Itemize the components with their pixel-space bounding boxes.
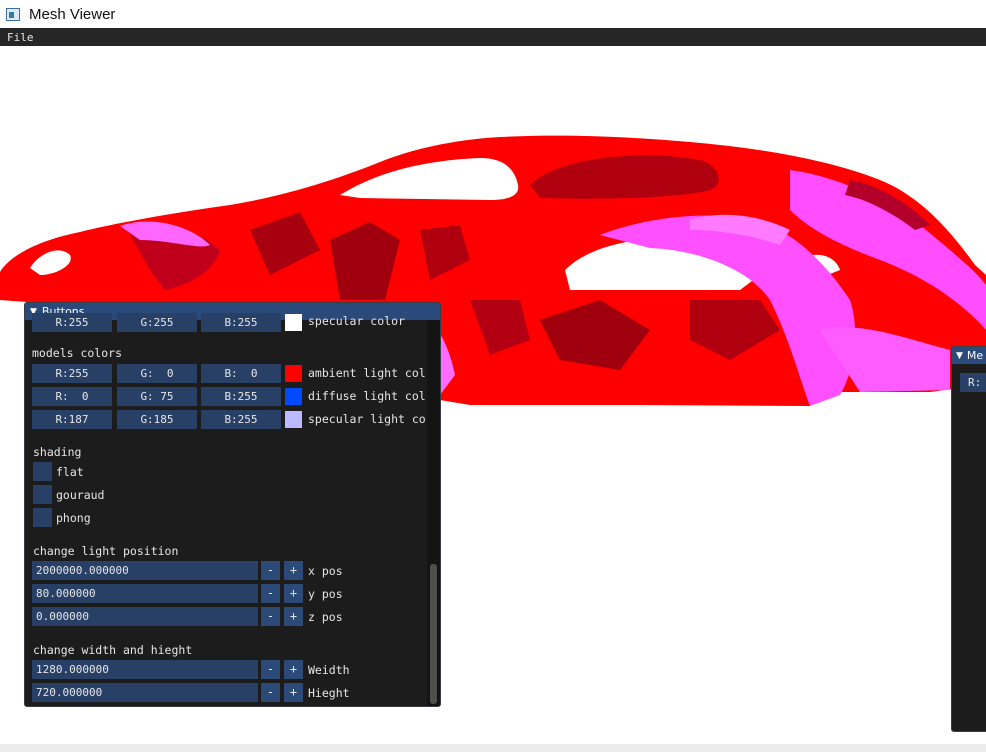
y-pos-minus-button[interactable]: - xyxy=(261,584,280,603)
app-icon xyxy=(6,7,20,21)
specular-r[interactable]: R:187 xyxy=(32,410,112,429)
mesh-panel-title-bar[interactable]: ▼ Me xyxy=(952,347,986,364)
mesh-panel-r-field[interactable]: R: xyxy=(960,373,986,392)
y-pos-plus-button[interactable]: + xyxy=(284,584,303,603)
size-header: change width and hieght xyxy=(33,643,193,657)
spec-color-r[interactable]: R:255 xyxy=(32,313,112,332)
window-title-bar: Mesh Viewer xyxy=(0,0,986,28)
diffuse-light-label: diffuse light col xyxy=(308,389,426,403)
z-pos-minus-button[interactable]: - xyxy=(261,607,280,626)
menu-bar: File xyxy=(0,28,986,46)
y-pos-input[interactable]: 80.000000 xyxy=(32,584,258,603)
buttons-panel-content: R:255 G:255 B:255 specular color models … xyxy=(25,313,426,706)
z-pos-label: z pos xyxy=(308,610,343,624)
mesh-panel[interactable]: ▼ Me R: xyxy=(951,346,986,732)
width-minus-button[interactable]: - xyxy=(261,660,280,679)
phong-label: phong xyxy=(56,511,91,525)
height-plus-button[interactable]: + xyxy=(284,683,303,702)
diffuse-g[interactable]: G: 75 xyxy=(117,387,197,406)
ambient-r[interactable]: R:255 xyxy=(32,364,112,383)
x-pos-label: x pos xyxy=(308,564,343,578)
mesh-panel-title: Me xyxy=(966,349,984,362)
phong-checkbox[interactable] xyxy=(33,508,52,527)
buttons-panel-scrollbar[interactable] xyxy=(427,320,440,706)
specular-g[interactable]: G:185 xyxy=(117,410,197,429)
ambient-g[interactable]: G: 0 xyxy=(117,364,197,383)
collapse-arrow-icon[interactable]: ▼ xyxy=(956,351,963,361)
diffuse-r[interactable]: R: 0 xyxy=(32,387,112,406)
flat-label: flat xyxy=(56,465,84,479)
spec-color-label: specular color xyxy=(308,314,405,328)
width-label: Weidth xyxy=(308,663,350,677)
ambient-color-swatch[interactable] xyxy=(285,365,302,382)
specular-light-label: specular light co xyxy=(308,412,426,426)
spec-color-g[interactable]: G:255 xyxy=(117,313,197,332)
specular-b[interactable]: B:255 xyxy=(201,410,281,429)
x-pos-input[interactable]: 2000000.000000 xyxy=(32,561,258,580)
spec-color-b[interactable]: B:255 xyxy=(201,313,281,332)
light-position-header: change light position xyxy=(33,544,179,558)
buttons-panel[interactable]: ▼ Buttons R:255 G:255 B:255 specular col… xyxy=(24,302,441,707)
window-title: Mesh Viewer xyxy=(29,5,116,23)
diffuse-b[interactable]: B:255 xyxy=(201,387,281,406)
desktop-background-strip xyxy=(0,744,986,752)
y-pos-label: y pos xyxy=(308,587,343,601)
gouraud-checkbox[interactable] xyxy=(33,485,52,504)
models-colors-header: models colors xyxy=(32,346,123,360)
specular-color-swatch[interactable] xyxy=(285,411,302,428)
gouraud-label: gouraud xyxy=(56,488,105,502)
width-plus-button[interactable]: + xyxy=(284,660,303,679)
ambient-light-label: ambient light col xyxy=(308,366,426,380)
z-pos-input[interactable]: 0.000000 xyxy=(32,607,258,626)
x-pos-minus-button[interactable]: - xyxy=(261,561,280,580)
flat-checkbox[interactable] xyxy=(33,462,52,481)
scrollbar-grab[interactable] xyxy=(430,564,437,704)
height-input[interactable]: 720.000000 xyxy=(32,683,258,702)
height-minus-button[interactable]: - xyxy=(261,683,280,702)
spec-color-swatch[interactable] xyxy=(285,314,302,331)
menu-file[interactable]: File xyxy=(0,28,41,46)
width-input[interactable]: 1280.000000 xyxy=(32,660,258,679)
diffuse-color-swatch[interactable] xyxy=(285,388,302,405)
shading-header: shading xyxy=(33,445,82,459)
z-pos-plus-button[interactable]: + xyxy=(284,607,303,626)
height-label: Hieght xyxy=(308,686,350,700)
ambient-b[interactable]: B: 0 xyxy=(201,364,281,383)
x-pos-plus-button[interactable]: + xyxy=(284,561,303,580)
